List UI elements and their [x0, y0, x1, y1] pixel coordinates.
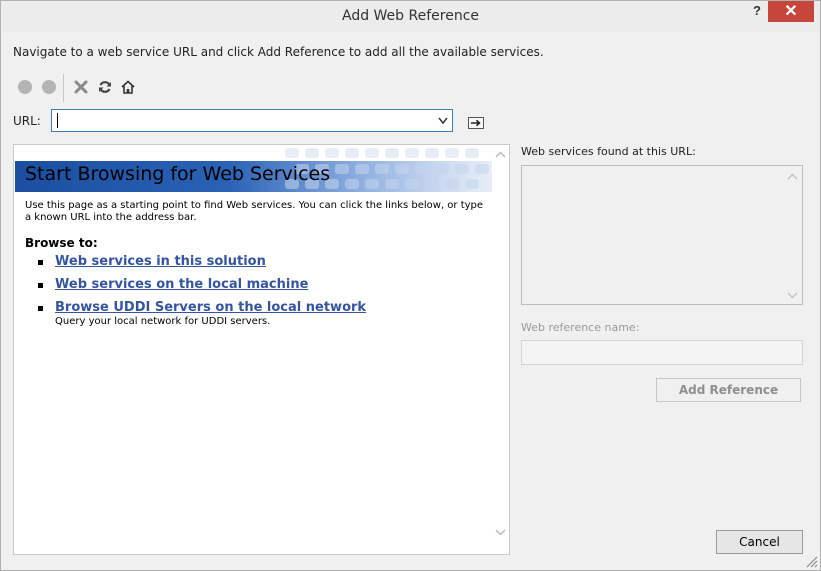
web-reference-name-field[interactable]: [521, 340, 803, 365]
go-arrow-icon[interactable]: [468, 117, 484, 129]
toolbar-separator: [63, 74, 64, 102]
bullet: [38, 283, 43, 288]
found-services-scrollbar[interactable]: [784, 167, 801, 303]
scroll-up-icon: [495, 151, 506, 158]
title-bar: Add Web Reference ? ✕: [1, 1, 820, 32]
back-icon[interactable]: [17, 79, 33, 95]
bullet: [38, 260, 43, 265]
browser-scrollbar[interactable]: [492, 146, 509, 553]
intro-text: Use this page as a starting point to fin…: [25, 200, 484, 223]
stop-icon[interactable]: [73, 79, 89, 95]
refresh-icon[interactable]: [97, 79, 113, 95]
add-web-reference-dialog: Add Web Reference ? ✕ Navigate to a web …: [0, 0, 821, 571]
web-reference-name-label: Web reference name:: [521, 321, 640, 334]
found-services-label: Web services found at this URL:: [521, 145, 696, 158]
bullet: [38, 306, 43, 311]
instruction-text: Navigate to a web service URL and click …: [13, 45, 544, 59]
browse-to-heading: Browse to:: [25, 236, 98, 250]
home-icon[interactable]: [120, 79, 136, 95]
resize-grip-icon[interactable]: [804, 554, 818, 568]
scroll-down-icon: [495, 529, 506, 536]
navigation-toolbar: [13, 74, 143, 102]
browser-banner: Start Browsing for Web Services: [15, 146, 492, 196]
url-label: URL:: [13, 114, 41, 128]
add-reference-button[interactable]: Add Reference: [656, 378, 801, 402]
url-combobox[interactable]: [51, 109, 453, 132]
chevron-down-icon[interactable]: [436, 113, 450, 128]
close-button[interactable]: ✕: [768, 1, 814, 22]
link-uddi-servers[interactable]: Browse UDDI Servers on the local network: [55, 300, 366, 315]
banner-title: Start Browsing for Web Services: [25, 163, 331, 185]
link-description: Query your local network for UDDI server…: [55, 316, 271, 327]
url-input[interactable]: [54, 112, 430, 129]
found-services-list[interactable]: [521, 165, 803, 305]
help-button[interactable]: ?: [749, 3, 765, 21]
browser-pane: Start Browsing for Web Services Use this…: [13, 144, 510, 555]
dialog-title: Add Web Reference: [341, 8, 480, 24]
forward-icon[interactable]: [41, 79, 57, 95]
cancel-button[interactable]: Cancel: [716, 530, 803, 554]
link-local-machine-services[interactable]: Web services on the local machine: [55, 277, 308, 292]
text-caret: [57, 113, 58, 128]
link-solution-services[interactable]: Web services in this solution: [55, 254, 266, 269]
scroll-up-icon: [787, 173, 798, 180]
scroll-down-icon: [787, 292, 798, 299]
